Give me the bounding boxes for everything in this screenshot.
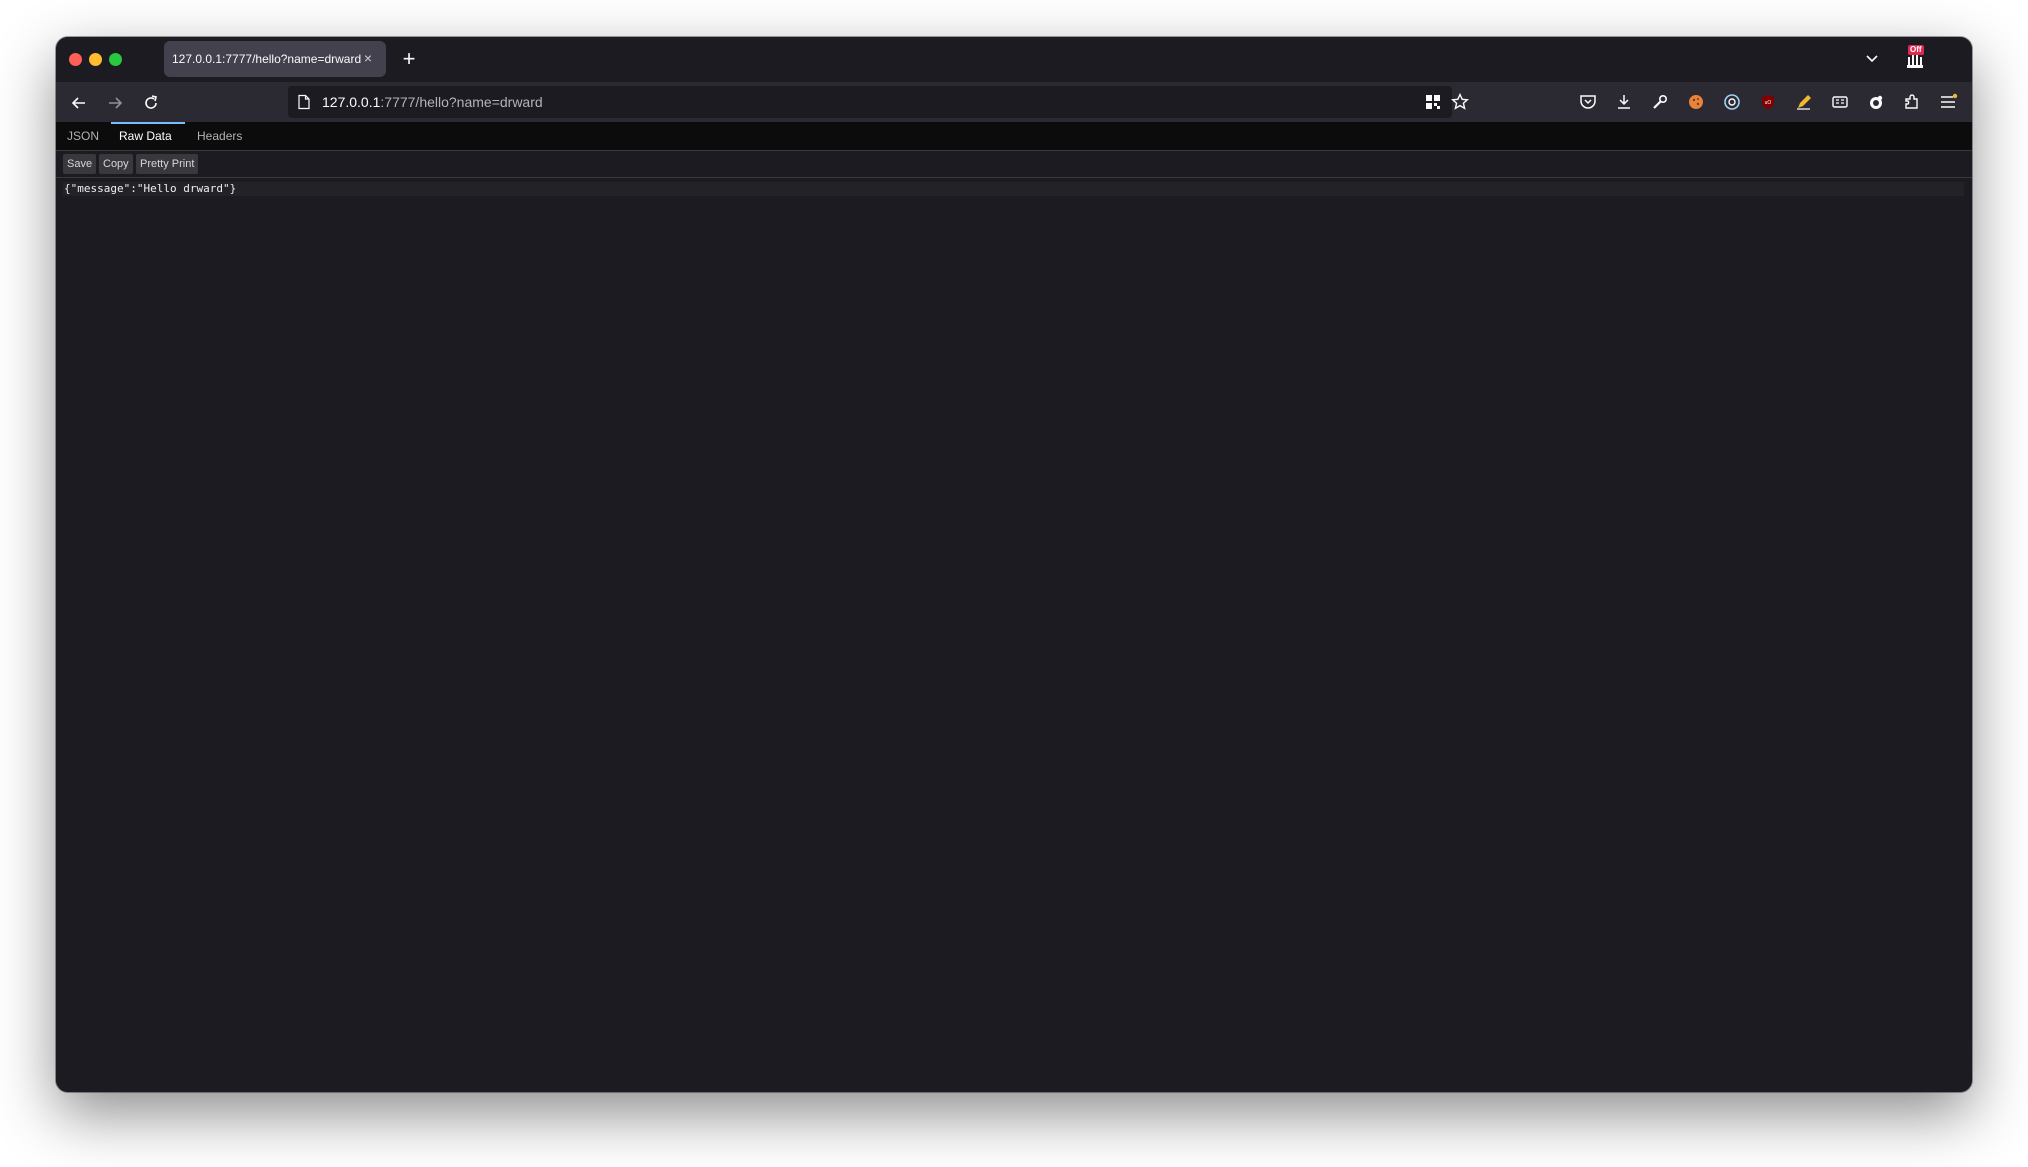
menu-icon	[1941, 93, 1958, 108]
forward-button[interactable]	[101, 89, 129, 117]
viewer-toolbar: Save Copy Pretty Print	[56, 151, 1972, 178]
bookmark-star-icon	[1451, 92, 1469, 110]
tab-json[interactable]: JSON	[59, 122, 107, 150]
window-maximize-button[interactable]	[109, 53, 122, 66]
bookmark-star-button[interactable]	[1450, 92, 1470, 112]
extensions-button[interactable]	[1902, 92, 1922, 112]
url-text[interactable]: 127.0.0.1:7777/hello?name=drward	[322, 94, 543, 110]
window-minimize-button[interactable]	[89, 53, 102, 66]
navigation-toolbar: 127.0.0.1:7777/hello?name=drward uO	[56, 82, 1972, 122]
downloads-icon	[1618, 95, 1630, 109]
tab-title: 127.0.0.1:7777/hello?name=drward	[172, 52, 362, 66]
pen-icon	[1797, 95, 1811, 110]
url-path: :7777/hello?name=drward	[380, 94, 543, 110]
tab-raw-data[interactable]: Raw Data	[111, 122, 185, 152]
json-viewer: JSON Raw Data Headers Save Copy Pretty P…	[56, 122, 1972, 1092]
downloads-button[interactable]	[1614, 92, 1634, 112]
globe-extension-button[interactable]	[1722, 92, 1742, 112]
tab-close-icon[interactable]: ×	[360, 50, 376, 66]
reload-button[interactable]	[137, 89, 165, 117]
back-icon	[71, 97, 85, 109]
reload-icon	[145, 95, 157, 109]
browser-tab[interactable]: 127.0.0.1:7777/hello?name=drward ×	[164, 41, 386, 77]
pocket-button[interactable]	[1578, 92, 1598, 112]
ublock-icon: uO	[1762, 95, 1774, 109]
devtools-button[interactable]	[1650, 92, 1670, 112]
window-close-button[interactable]	[69, 53, 82, 66]
circle-extension-button[interactable]	[1866, 92, 1886, 112]
pen-extension-button[interactable]	[1794, 92, 1814, 112]
globe-icon	[1724, 94, 1740, 110]
url-bar[interactable]: 127.0.0.1:7777/hello?name=drward	[288, 86, 1469, 118]
extension-off-button[interactable]: Off	[1900, 45, 1930, 73]
chevron-down-icon[interactable]	[1862, 48, 1882, 68]
pocket-icon	[1580, 95, 1596, 109]
reader-extension-button[interactable]	[1830, 92, 1850, 112]
ublock-button[interactable]: uO	[1758, 92, 1778, 112]
reader-icon	[1832, 96, 1848, 108]
svg-text:uO: uO	[1765, 100, 1772, 106]
qr-code-button[interactable]	[1423, 92, 1443, 112]
extensions-icon	[1905, 94, 1918, 109]
viewer-tab-bar: JSON Raw Data Headers	[56, 122, 1972, 151]
extension-off-badge: Off	[1908, 45, 1924, 55]
forward-icon	[109, 97, 123, 109]
app-menu-button[interactable]	[1938, 92, 1958, 112]
cookie-icon	[1689, 95, 1703, 109]
tab-headers[interactable]: Headers	[189, 122, 250, 150]
extension-circle-icon	[1870, 95, 1883, 109]
wrench-icon	[1653, 94, 1668, 109]
tab-strip: 127.0.0.1:7777/hello?name=drward × + Off	[56, 37, 1972, 82]
url-host: 127.0.0.1	[322, 94, 381, 110]
cookie-extension-button[interactable]	[1686, 92, 1706, 112]
pretty-print-button[interactable]: Pretty Print	[136, 154, 199, 174]
qr-code-icon	[1426, 95, 1440, 109]
raw-data-text: {"message":"Hello drward"}	[63, 182, 1964, 196]
save-button[interactable]: Save	[63, 154, 97, 174]
page-icon[interactable]	[296, 94, 312, 110]
back-button[interactable]	[65, 89, 93, 117]
new-tab-button[interactable]: +	[396, 46, 422, 72]
browser-window: 127.0.0.1:7777/hello?name=drward × + Off	[56, 37, 1972, 1092]
copy-button[interactable]: Copy	[99, 154, 133, 174]
